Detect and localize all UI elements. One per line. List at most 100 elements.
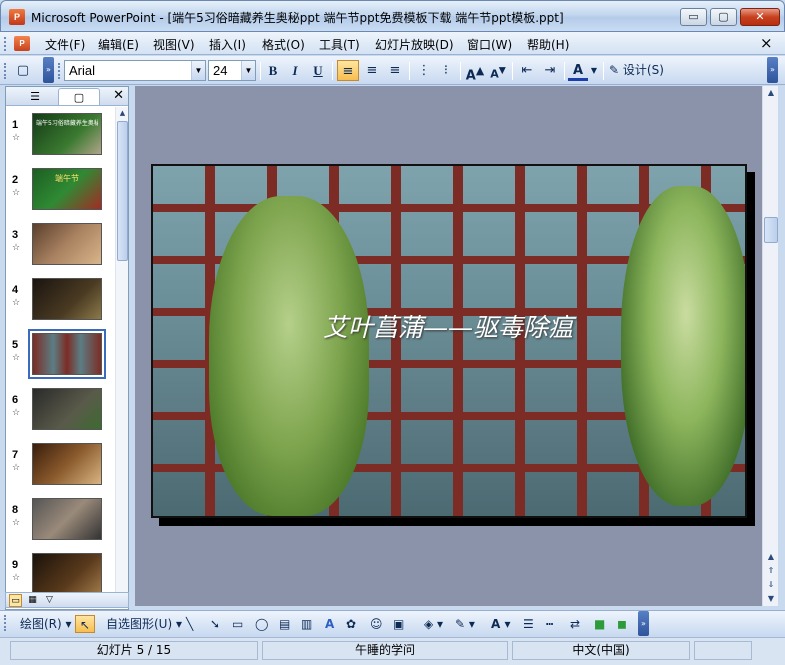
shadow-style-icon[interactable]: ■ bbox=[594, 615, 605, 633]
menu-window[interactable]: 窗口(W) bbox=[467, 36, 512, 53]
slide-thumbnail[interactable] bbox=[32, 223, 102, 265]
list-item[interactable]: 6 ☆ bbox=[6, 386, 114, 441]
bold-button[interactable]: B bbox=[264, 60, 282, 81]
line-icon[interactable]: ╲ bbox=[186, 615, 193, 633]
line-color-icon[interactable]: ✎ ▾ bbox=[455, 615, 475, 633]
dash-style-icon[interactable]: ┅ bbox=[546, 615, 553, 633]
toolbar-overflow-chevron-icon[interactable]: » bbox=[767, 57, 778, 83]
textbox-icon[interactable]: ▤ bbox=[279, 615, 290, 633]
decrease-indent-icon[interactable]: ⇤ bbox=[517, 60, 537, 81]
normal-view-icon[interactable]: ▭ bbox=[9, 594, 22, 607]
menu-insert[interactable]: 插入(I) bbox=[209, 36, 246, 53]
slide-title[interactable]: 艾叶菖蒲——驱毒除瘟 bbox=[323, 308, 573, 344]
toolbar-grip-2[interactable] bbox=[58, 63, 61, 79]
list-item[interactable]: 5 ☆ bbox=[6, 329, 114, 386]
underline-button[interactable]: U bbox=[309, 60, 327, 81]
menu-view[interactable]: 视图(V) bbox=[153, 36, 195, 53]
slide-thumbnail[interactable]: 端午节 bbox=[32, 168, 102, 210]
menu-grip[interactable] bbox=[4, 37, 7, 51]
menu-slideshow[interactable]: 幻灯片放映(D) bbox=[375, 36, 454, 53]
slide-thumbnail[interactable]: 端午5习俗暗藏养生奥秘 bbox=[32, 113, 102, 155]
next-slide-icon[interactable]: ⇓ bbox=[763, 578, 779, 592]
list-item[interactable]: 7 ☆ bbox=[6, 441, 114, 496]
animation-star-icon: ☆ bbox=[12, 243, 21, 253]
slide-thumbnail-selected[interactable] bbox=[28, 329, 106, 379]
menu-file[interactable]: 文件(F) bbox=[45, 36, 85, 53]
scroll-down-icon[interactable]: ▼ bbox=[763, 592, 779, 606]
font-size-combo[interactable]: 24 ▼ bbox=[208, 60, 256, 81]
wordart-icon[interactable]: A bbox=[325, 615, 334, 633]
menu-help[interactable]: 帮助(H) bbox=[527, 36, 569, 53]
slide-thumbnail[interactable] bbox=[32, 278, 102, 320]
tab-slides[interactable]: ▢ bbox=[58, 88, 100, 105]
new-document-icon[interactable]: ▢ bbox=[12, 60, 34, 81]
list-item[interactable]: 3 ☆ bbox=[6, 221, 114, 276]
minimize-button[interactable]: ▭ bbox=[680, 8, 707, 26]
scroll-up-icon[interactable]: ▲ bbox=[763, 550, 779, 564]
increase-indent-icon[interactable]: ⇥ bbox=[540, 60, 560, 81]
vertical-textbox-icon[interactable]: ▥ bbox=[301, 615, 312, 633]
panel-close-icon[interactable]: ✕ bbox=[113, 88, 124, 103]
align-left-icon[interactable]: ≡ bbox=[337, 60, 359, 81]
picture-icon[interactable]: ▣ bbox=[393, 615, 404, 633]
decrease-font-icon[interactable]: A▼ bbox=[488, 60, 508, 81]
italic-button[interactable]: I bbox=[286, 60, 304, 81]
scrollbar-thumb[interactable] bbox=[764, 217, 778, 243]
slide-scrollbar[interactable]: ▲ ▲ ⇑ ⇓ ▼ bbox=[762, 86, 778, 606]
maximize-button[interactable]: ▢ bbox=[710, 8, 737, 26]
align-right-icon[interactable]: ≡ bbox=[385, 60, 405, 81]
autoshapes-button[interactable]: 自选图形(U) ▾ bbox=[106, 615, 182, 633]
bullet-list-icon[interactable]: ⁝ bbox=[436, 60, 456, 81]
select-pointer-icon[interactable]: ↖ bbox=[75, 615, 95, 633]
increase-font-icon[interactable]: A▲ bbox=[465, 60, 485, 83]
thumbnail-scrollbar[interactable]: ▲ ▼ bbox=[115, 107, 128, 607]
powerpoint-app-icon[interactable]: P bbox=[9, 9, 25, 25]
numbered-list-icon[interactable]: ⋮ bbox=[414, 60, 434, 81]
slide-thumbnail[interactable] bbox=[32, 388, 102, 430]
design-button[interactable]: ✎ 设计(S) bbox=[609, 60, 669, 81]
document-icon[interactable]: P bbox=[14, 36, 30, 51]
slide-thumbnail[interactable] bbox=[32, 443, 102, 485]
list-item[interactable]: 2 ☆ 端午节 bbox=[6, 166, 114, 221]
slide-thumbnail[interactable] bbox=[32, 553, 102, 595]
chevron-down-icon[interactable]: ▼ bbox=[589, 60, 599, 81]
font-color-button[interactable]: A bbox=[568, 60, 588, 81]
align-center-icon[interactable]: ≡ bbox=[362, 60, 382, 81]
list-item[interactable]: 8 ☆ bbox=[6, 496, 114, 551]
menu-tools[interactable]: 工具(T) bbox=[319, 36, 360, 53]
scroll-up-icon[interactable]: ▲ bbox=[763, 86, 779, 100]
toolbar-options-chevron-icon[interactable]: » bbox=[43, 57, 54, 83]
draw-font-color-icon[interactable]: A ▾ bbox=[491, 615, 511, 633]
slide-editing-area[interactable]: 艾叶菖蒲——驱毒除瘟 bbox=[135, 86, 762, 606]
slideshow-view-icon[interactable]: ▽ bbox=[43, 594, 56, 607]
scrollbar-thumb[interactable] bbox=[117, 121, 128, 261]
menu-edit[interactable]: 编辑(E) bbox=[98, 36, 139, 53]
menu-format[interactable]: 格式(O) bbox=[262, 36, 305, 53]
slide-thumbnail[interactable] bbox=[32, 498, 102, 540]
doc-close-icon[interactable]: × bbox=[760, 34, 773, 52]
tab-outline[interactable]: ☰ bbox=[14, 88, 56, 105]
chevron-down-icon[interactable]: ▼ bbox=[241, 61, 255, 80]
draw-menu-button[interactable]: 绘图(R) ▾ bbox=[20, 615, 72, 633]
diagram-icon[interactable]: ✿ bbox=[346, 615, 356, 633]
drawing-overflow-chevron-icon[interactable]: » bbox=[638, 611, 649, 636]
previous-slide-icon[interactable]: ⇑ bbox=[763, 564, 779, 578]
oval-icon[interactable]: ◯ bbox=[255, 615, 268, 633]
close-window-button[interactable]: ✕ bbox=[740, 8, 780, 26]
clipart-icon[interactable]: ☺ bbox=[370, 615, 383, 633]
3d-style-icon[interactable]: ◼ bbox=[617, 615, 627, 633]
list-item[interactable]: 1 ☆ 端午5习俗暗藏养生奥秘 bbox=[6, 111, 114, 166]
rectangle-icon[interactable]: ▭ bbox=[232, 615, 243, 633]
toolbar-grip[interactable] bbox=[4, 63, 7, 79]
current-slide[interactable]: 艾叶菖蒲——驱毒除瘟 bbox=[151, 164, 747, 518]
line-style-icon[interactable]: ☰ bbox=[523, 615, 534, 633]
slide-sorter-view-icon[interactable]: ▦ bbox=[26, 594, 39, 607]
chevron-down-icon[interactable]: ▼ bbox=[191, 61, 205, 80]
scroll-up-icon[interactable]: ▲ bbox=[116, 107, 129, 120]
font-name-combo[interactable]: Arial ▼ bbox=[64, 60, 206, 81]
fill-color-icon[interactable]: ◈ ▾ bbox=[424, 615, 443, 633]
arrow-icon[interactable]: ➘ bbox=[210, 615, 220, 633]
arrow-style-icon[interactable]: ⇄ bbox=[570, 615, 580, 633]
toolbar-grip[interactable] bbox=[4, 615, 7, 631]
list-item[interactable]: 4 ☆ bbox=[6, 276, 114, 331]
